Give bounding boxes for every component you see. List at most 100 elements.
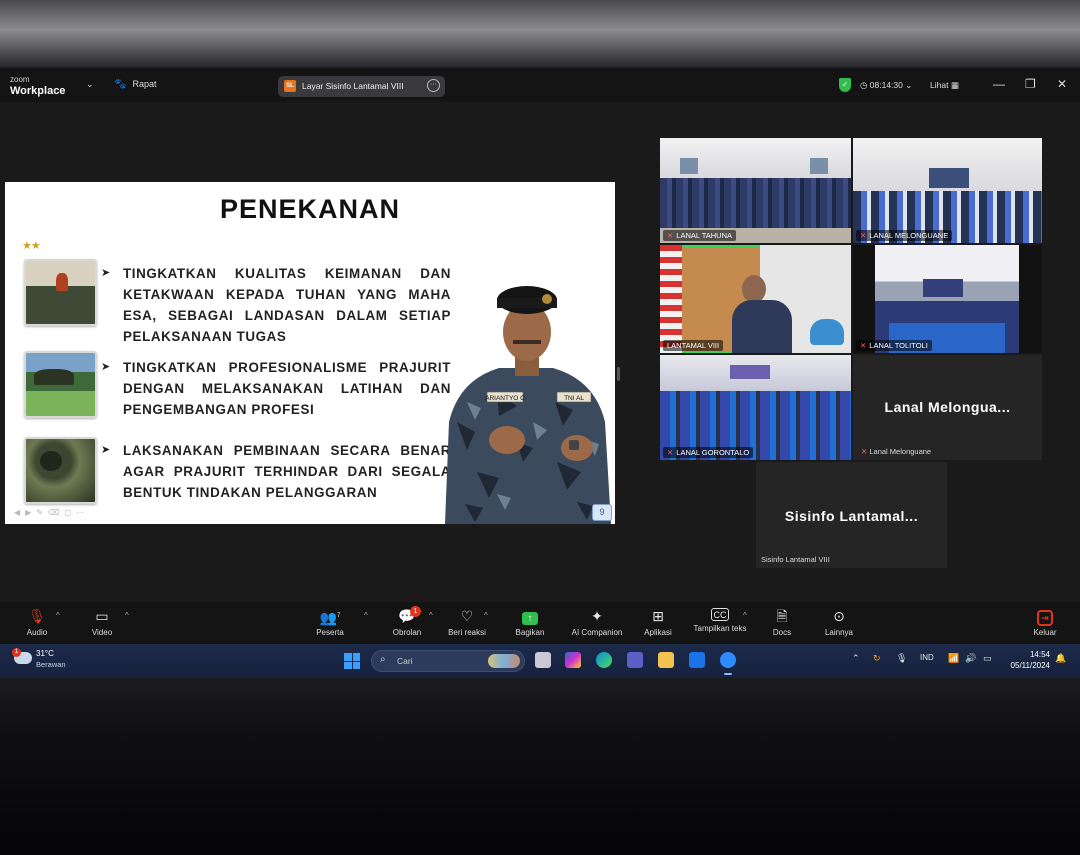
taskbar-clock[interactable]: 14:54 05/11/2024: [1002, 649, 1050, 671]
sharer-avatar: SL: [284, 80, 296, 92]
sync-icon[interactable]: ↻: [873, 653, 881, 664]
mail-icon[interactable]: [689, 652, 705, 668]
name-tile-lanal-melonguane[interactable]: Lanal Melongua... ✕ Lanal Melonguane: [853, 355, 1042, 460]
meeting-timer[interactable]: ◷ 08:14:30 ⌄: [860, 80, 912, 91]
taskbar-search[interactable]: ⌕ Cari: [371, 650, 525, 672]
figure: [34, 369, 74, 385]
name-tile-sisinfo-lantamal[interactable]: Sisinfo Lantamal... Sisinfo Lantamal VII…: [756, 462, 947, 568]
audio-label: Audio: [26, 628, 48, 637]
video-tile-lanal-gorontalo[interactable]: ✕ LANAL GORONTALO: [660, 355, 851, 460]
windows-taskbar: 1 31°C Berawan ⌕ Cari ⌃ ↻ 🎙 IND 📶 🔊 ▭ 14…: [0, 644, 1080, 678]
participant-label: ✕ LANAL TAHUNA: [663, 230, 737, 241]
zoom-app-icon[interactable]: [720, 652, 736, 675]
more-icon[interactable]: ···: [427, 79, 440, 92]
meeting-type-menu[interactable]: 🐾 Rapat: [114, 79, 156, 90]
ai-companion-button[interactable]: ✦ AI Companion: [562, 608, 632, 637]
slide-controls[interactable]: ◀▶✎⌫◻⋯: [14, 508, 89, 517]
clock-time: 14:54: [1029, 650, 1050, 659]
react-options-caret[interactable]: ^: [484, 611, 488, 620]
participants-button[interactable]: 👥7 Peserta: [295, 608, 365, 637]
meeting-toolbar: 🎙 Audio ^ ▭ Video ^ 👥7 Peserta ^ 💬 1 Obrolan …: [0, 602, 1080, 644]
notifications-icon[interactable]: 🔔: [1055, 653, 1066, 664]
battery-icon[interactable]: ▭: [983, 653, 992, 664]
sharing-indicator[interactable]: SL Layar Sisinfo Lantamal VIII ···: [278, 76, 445, 97]
arrow-bullet-icon: ➤: [101, 267, 111, 279]
apps-icon: ⊞: [652, 608, 664, 624]
language-indicator[interactable]: IND: [920, 653, 934, 662]
name-tile-title: Sisinfo Lantamal...: [784, 508, 919, 524]
close-icon[interactable]: ✕: [1057, 77, 1067, 91]
video-tile-lantamal-viii[interactable]: LANTAMAL VIII: [660, 245, 851, 353]
more-button[interactable]: ⊙ Lainnya: [804, 608, 874, 637]
speaker-body: [732, 300, 792, 353]
participant-name: LANAL MELONGUANE: [869, 231, 949, 240]
bullet-3: ➤ LAKSANAKAN PEMBINAAN SECARA BENAR AGAR …: [101, 440, 451, 503]
arrow-bullet-icon: ➤: [101, 444, 111, 456]
title-bar: zoom Workplace ⌄ 🐾 Rapat SL Layar Sisinfo…: [0, 70, 1080, 102]
mic-muted-icon: ✕: [860, 341, 867, 350]
video-tile-lanal-tolitoli[interactable]: ✕ LANAL TOLITOLI: [853, 245, 1042, 353]
slide-title: PENEKANAN: [219, 194, 401, 224]
bullet-text: TINGKATKAN KUALITAS KEIMANAN DAN KETAKWA…: [123, 266, 451, 344]
video-tile-lanal-melonguane[interactable]: ✕ LANAL MELONGUANE: [853, 138, 1042, 243]
banner: [923, 279, 963, 297]
audio-button[interactable]: 🎙 Audio: [2, 608, 72, 637]
task-view-icon[interactable]: [535, 652, 551, 668]
share-button[interactable]: ↑ Bagikan: [495, 608, 565, 637]
security-shield-icon[interactable]: ✓: [839, 78, 851, 92]
volume-icon[interactable]: 🔊: [965, 653, 976, 664]
react-label: Beri reaksi: [448, 628, 486, 637]
share-screen-icon: ↑: [522, 612, 538, 625]
chevron-down-icon[interactable]: ⌄: [86, 79, 94, 90]
split-view-handle[interactable]: [617, 367, 620, 381]
view-label: Lihat: [930, 80, 949, 90]
participant-name: LANTAMAL VIII: [667, 341, 720, 350]
thumbnail-soldier-photo: [24, 437, 97, 504]
share-label: Bagikan: [515, 628, 545, 637]
thumbnail-prayer-photo: [24, 259, 97, 326]
ai-label: AI Companion: [571, 628, 623, 637]
weather-description: Berawan: [36, 660, 66, 669]
unit-tag: TNI AL: [564, 395, 584, 402]
video-options-caret[interactable]: ^: [125, 611, 129, 620]
minimize-icon[interactable]: —: [993, 77, 1005, 91]
wifi-icon[interactable]: 📶: [948, 653, 959, 664]
react-button[interactable]: ♡ Beri reaksi: [432, 608, 502, 637]
weather-badge: 1: [12, 648, 21, 657]
banner: [929, 168, 969, 188]
file-explorer-icon[interactable]: [658, 652, 674, 668]
participant-name: LANAL TAHUNA: [676, 231, 733, 240]
copilot-icon[interactable]: [565, 652, 581, 668]
microphone-icon[interactable]: 🎙: [896, 653, 907, 664]
bullet-2: ➤ TINGKATKAN PROFESIONALISME PRAJURIT DEN…: [101, 357, 451, 420]
view-button[interactable]: Lihat ▦: [930, 80, 959, 91]
edge-browser-icon[interactable]: [596, 652, 612, 668]
video-tile-lanal-tahuna[interactable]: ✕ LANAL TAHUNA: [660, 138, 851, 243]
search-icon: ⌕: [380, 654, 386, 665]
weather-temperature: 31°C: [36, 649, 54, 658]
participants-label: Peserta: [316, 628, 344, 637]
mic-muted-icon: ✕: [860, 231, 867, 240]
bullet-text: TINGKATKAN PROFESIONALISME PRAJURIT DENG…: [123, 360, 451, 417]
participant-name: LANAL GORONTALO: [676, 448, 750, 457]
windows-start-icon[interactable]: [344, 653, 360, 669]
participant-label: ✕ LANAL GORONTALO: [663, 447, 754, 458]
name-tile-title: Lanal Melongua...: [884, 399, 1011, 415]
timer-value: 08:14:30: [869, 80, 903, 90]
cc-icon: CC: [711, 608, 729, 621]
participants-options-caret[interactable]: ^: [364, 611, 368, 620]
audio-options-caret[interactable]: ^: [56, 611, 60, 620]
search-highlight-icon: [488, 654, 520, 668]
leave-button[interactable]: ⇥ Keluar: [1010, 608, 1080, 637]
restore-icon[interactable]: ❐: [1025, 77, 1036, 91]
clock-date: 05/11/2024: [1010, 661, 1050, 670]
apps-button[interactable]: ⊞ Aplikasi: [623, 608, 693, 637]
shared-screen-slide: PENEKANAN ★★ ➤ TINGKATKAN KUALITAS KEIMAN…: [5, 182, 615, 524]
officer-cap: [810, 319, 844, 345]
tray-overflow-icon[interactable]: ⌃: [852, 653, 860, 664]
meeting-type-label: Rapat: [132, 79, 157, 89]
teams-icon[interactable]: [627, 652, 643, 668]
brand-name: Workplace: [10, 85, 66, 97]
leave-label: Keluar: [1033, 628, 1057, 637]
participant-label: ✕ LANAL MELONGUANE: [856, 230, 953, 241]
